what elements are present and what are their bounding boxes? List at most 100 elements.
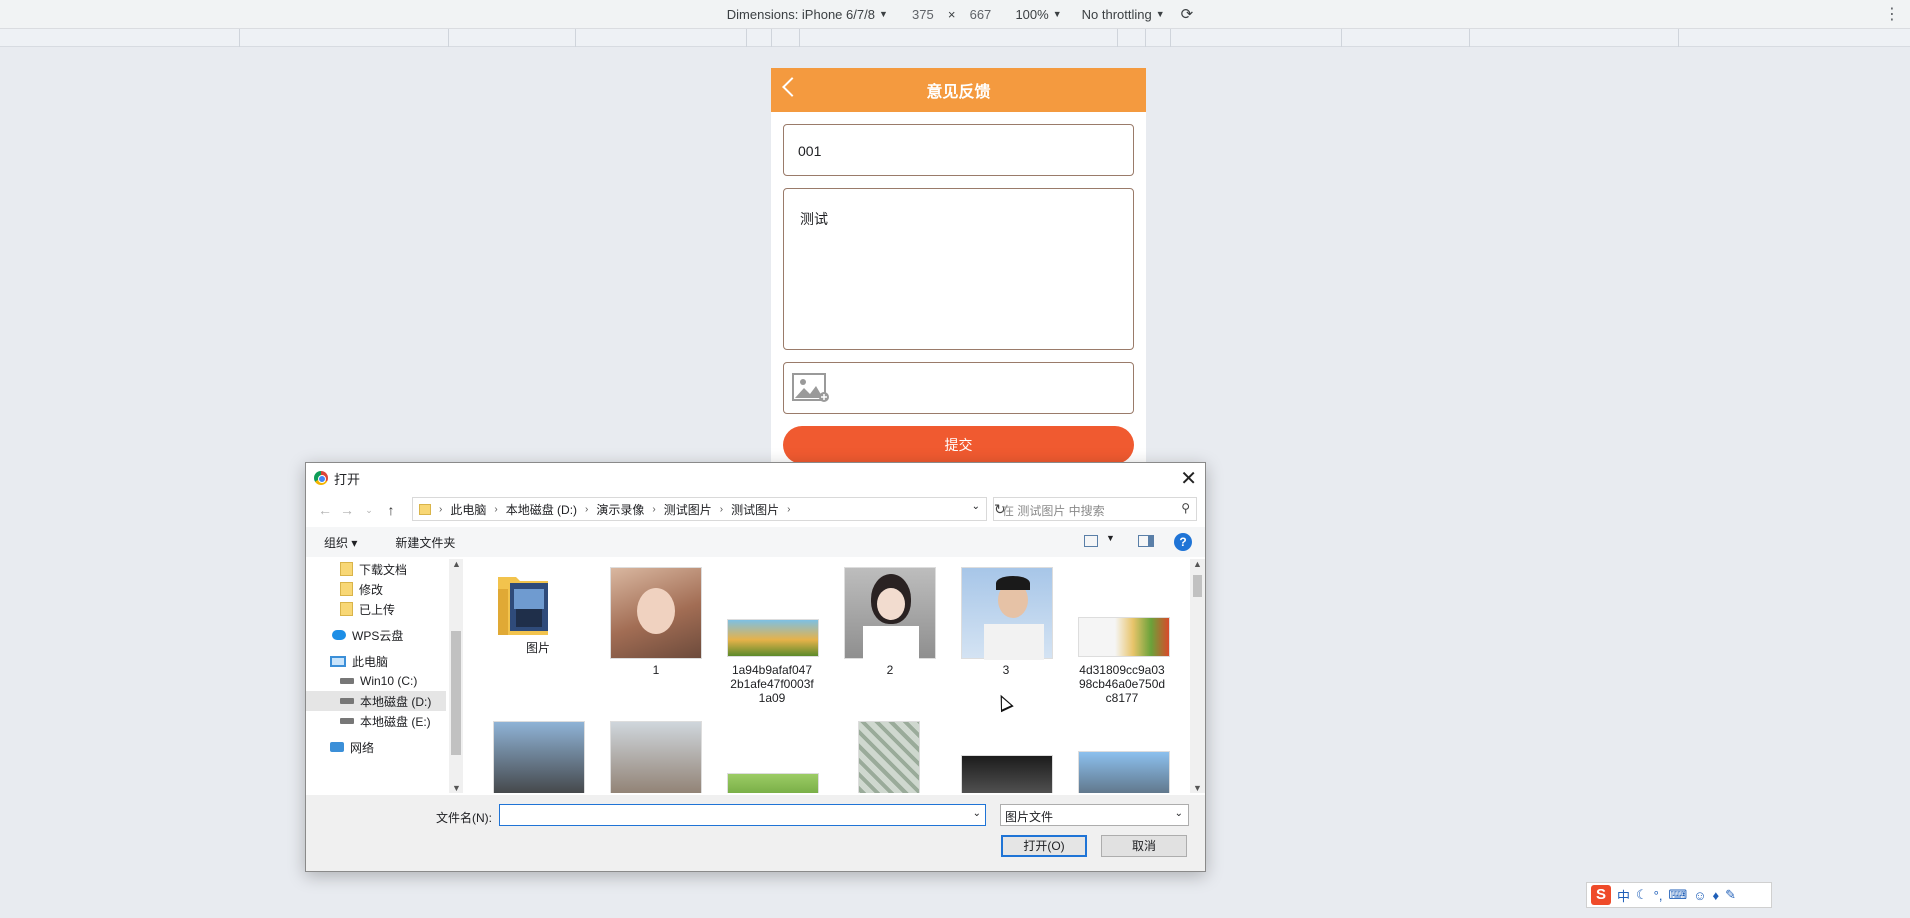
search-placeholder: 在 测试图片 中搜索 (1002, 504, 1105, 518)
file-label-line: c8177 (1105, 691, 1139, 705)
close-icon[interactable]: ✕ (1180, 466, 1197, 491)
keyboard-icon[interactable]: ⌨ (1668, 887, 1687, 903)
moon-icon[interactable]: ☾ (1636, 887, 1648, 903)
submit-button[interactable]: 提交 (783, 426, 1134, 464)
image-thumbnail[interactable] (610, 721, 702, 793)
nav-item-modify[interactable]: 修改 (340, 579, 383, 599)
page-title: 意见反馈 (926, 84, 991, 101)
nav-item-label: 网络 (350, 740, 375, 755)
chevron-right-icon: › (494, 503, 498, 515)
filetype-select[interactable]: 图片文件 ⌄ (1000, 804, 1189, 826)
dialog-titlebar: 打开 (306, 463, 1205, 493)
file-label-line: 1a94b9afaf047 (731, 663, 813, 677)
breadcrumb-item[interactable]: 演示录像 (596, 501, 644, 518)
navigation-pane: 下载文档 修改 已上传 WPS云盘 此电脑 Win10 (C:) 本地磁盘 (D… (306, 559, 449, 793)
nav-item-drive-d[interactable]: 本地磁盘 (D:) (306, 691, 446, 711)
forward-arrow-icon[interactable]: → (336, 502, 358, 518)
throttling-selector[interactable]: No throttling ▼ (1082, 7, 1165, 22)
nav-item-downloads[interactable]: 下载文档 (340, 559, 407, 579)
skin-icon[interactable]: ♦ (1713, 888, 1720, 903)
preview-pane-icon[interactable] (1138, 535, 1154, 547)
view-mode-icon[interactable] (1084, 535, 1098, 547)
file-label-line: 4d31809cc9a03 (1079, 663, 1165, 677)
feedback-textarea[interactable]: 测试 (783, 188, 1134, 350)
image-thumbnail[interactable] (493, 721, 585, 793)
breadcrumb-item[interactable]: 测试图片 (731, 501, 779, 518)
ime-mode[interactable]: 中 (1617, 886, 1630, 905)
file-label: 3 (1002, 663, 1010, 677)
media-query-ruler (0, 29, 1910, 47)
rotate-icon[interactable]: ⟳ (1181, 5, 1194, 23)
height-field[interactable]: 667 (955, 7, 1005, 22)
address-bar[interactable]: › 此电脑 › 本地磁盘 (D:) › 演示录像 › 测试图片 › 测试图片 ›… (412, 497, 987, 521)
breadcrumb-item[interactable]: 测试图片 (664, 501, 712, 518)
width-field[interactable]: 375 (898, 7, 948, 22)
title-input[interactable]: 001 (783, 124, 1134, 176)
chevron-down-icon[interactable]: ⌄ (973, 808, 981, 819)
chevron-down-icon: ▼ (878, 9, 888, 19)
ime-toolbar: S 中 ☾ °, ⌨ ☺ ♦ ✎ (1586, 882, 1772, 908)
help-icon[interactable]: ? (1174, 533, 1192, 551)
scroll-down-icon[interactable]: ▼ (452, 783, 461, 793)
back-arrow-icon[interactable]: ← (314, 502, 336, 518)
cancel-button[interactable]: 取消 (1101, 835, 1187, 857)
nav-item-label: 下载文档 (359, 562, 408, 577)
image-thumbnail (1078, 617, 1170, 657)
dialog-footer: 文件名(N): ⌄ 图片文件 ⌄ 打开(O) 取消 (306, 795, 1205, 871)
nav-item-this-pc[interactable]: 此电脑 (330, 651, 388, 671)
nav-scrollbar[interactable]: ▲ ▼ (449, 559, 463, 793)
image-thumbnail[interactable] (858, 721, 920, 793)
file-label-line: 2b1afe47f0003f (730, 677, 814, 691)
punctuation-icon[interactable]: °, (1654, 888, 1663, 903)
nav-item-label: 修改 (359, 582, 384, 597)
chevron-right-icon: › (439, 503, 443, 515)
filename-input[interactable]: ⌄ (499, 804, 986, 826)
breadcrumb-item[interactable]: 此电脑 (450, 501, 486, 518)
zoom-label: 100% (1015, 6, 1049, 22)
image-thumbnail (961, 567, 1053, 660)
image-thumbnail[interactable] (1078, 751, 1170, 793)
add-image-icon[interactable] (792, 373, 830, 403)
folder-icon (340, 602, 353, 616)
back-icon[interactable] (782, 77, 802, 97)
user-icon[interactable]: ☺ (1693, 888, 1706, 903)
device-selector[interactable]: Dimensions: iPhone 6/7/8 ▼ (727, 7, 888, 22)
new-folder-button[interactable]: 新建文件夹 (395, 534, 455, 551)
file-grid-scrollbar[interactable]: ▲ ▼ (1190, 559, 1205, 793)
nav-item-drive-c[interactable]: Win10 (C:) (340, 671, 417, 691)
scroll-up-icon[interactable]: ▲ (452, 559, 461, 569)
zoom-selector[interactable]: 100% ▼ (1015, 7, 1061, 22)
nav-item-label: WPS云盘 (352, 628, 404, 643)
scrollbar-thumb[interactable] (451, 631, 461, 755)
wrench-icon[interactable]: ✎ (1725, 887, 1736, 903)
cloud-icon (332, 630, 346, 640)
chevron-down-icon: ▼ (1155, 9, 1165, 19)
devtools-device-toolbar: Dimensions: iPhone 6/7/8 ▼ 375 × 667 100… (0, 0, 1910, 29)
nav-item-network[interactable]: 网络 (330, 737, 374, 757)
scroll-down-icon[interactable]: ▼ (1193, 783, 1202, 793)
sogou-logo-icon[interactable]: S (1591, 885, 1611, 905)
drive-icon (340, 718, 354, 724)
breadcrumb-item[interactable]: 本地磁盘 (D:) (506, 501, 577, 518)
image-thumbnail[interactable] (961, 755, 1053, 793)
file-label: 2 (886, 663, 894, 677)
chevron-down-icon: ⌄ (1174, 808, 1183, 819)
scroll-up-icon[interactable]: ▲ (1193, 559, 1202, 569)
organize-menu[interactable]: 组织 ▾ (324, 534, 357, 551)
nav-item-wps-cloud[interactable]: WPS云盘 (332, 625, 403, 645)
drive-icon (340, 698, 354, 704)
nav-item-uploaded[interactable]: 已上传 (340, 599, 395, 619)
nav-item-drive-e[interactable]: 本地磁盘 (E:) (340, 711, 431, 731)
image-thumbnail (727, 619, 819, 657)
up-arrow-icon[interactable]: ↑ (380, 502, 402, 518)
image-upload-field[interactable] (783, 362, 1134, 414)
search-input[interactable]: 在 测试图片 中搜索 ⚲ (993, 497, 1197, 521)
open-button[interactable]: 打开(O) (1001, 835, 1087, 857)
more-options-icon[interactable]: ⋮ (1884, 4, 1900, 24)
chevron-down-icon[interactable]: ▼ (1106, 533, 1115, 543)
image-thumbnail[interactable] (727, 773, 819, 793)
scrollbar-thumb[interactable] (1193, 575, 1202, 597)
chevron-down-icon[interactable]: ⌄ (972, 501, 980, 512)
network-icon (330, 742, 344, 752)
recent-dropdown-icon[interactable]: ⌄ (358, 505, 380, 516)
